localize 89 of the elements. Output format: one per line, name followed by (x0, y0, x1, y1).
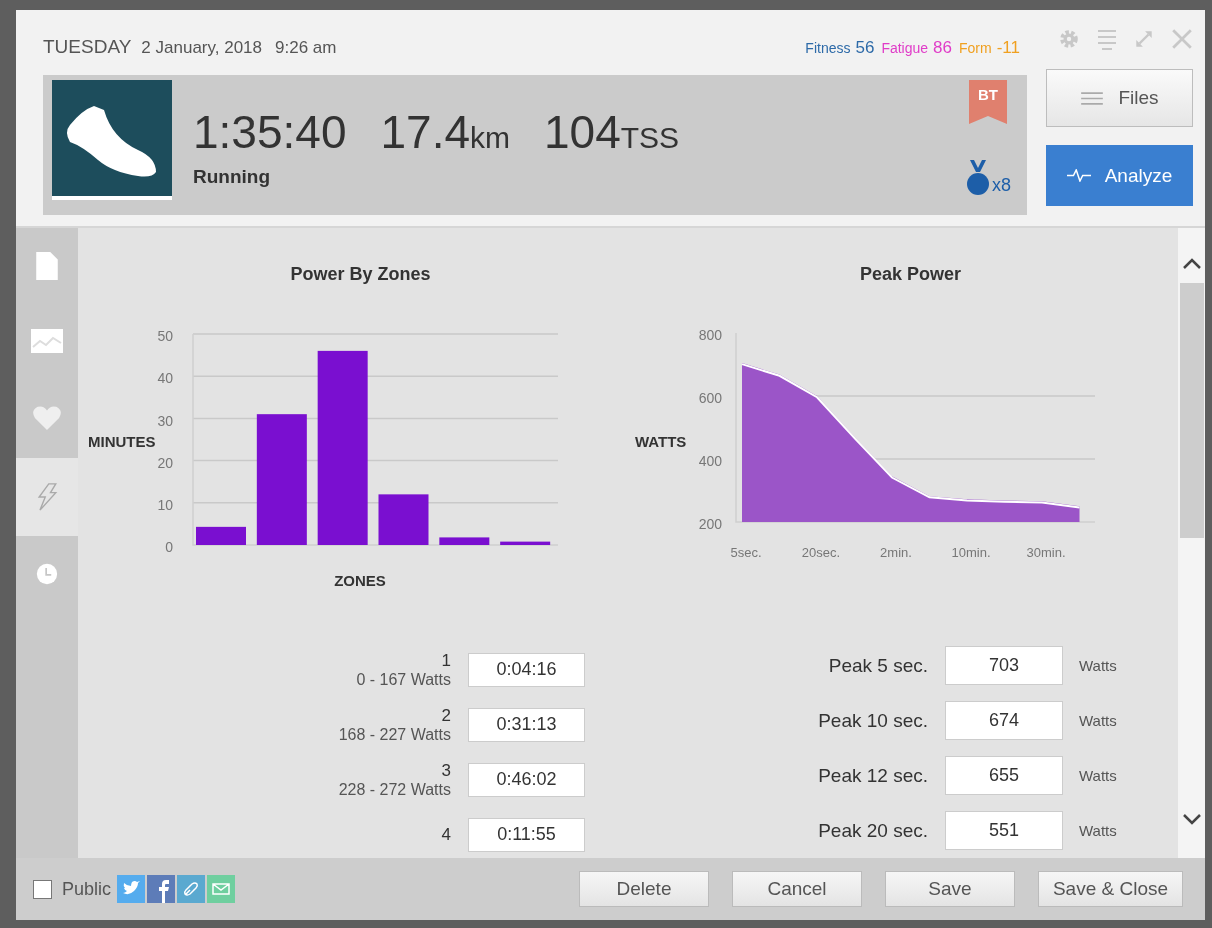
axis-tick-label: 5sec. (730, 545, 762, 560)
axis-tick-label: 200 (698, 516, 722, 533)
peak-label: Peak 12 sec. (817, 764, 928, 787)
bar (500, 541, 551, 545)
axis-tick-label: 0 (165, 539, 173, 556)
close-icon[interactable] (1170, 28, 1193, 50)
analyze-button[interactable]: Analyze (1046, 145, 1193, 206)
y-axis-title: MINUTES (88, 433, 156, 450)
power-tab[interactable] (16, 458, 78, 536)
facebook-share-icon[interactable] (147, 875, 176, 903)
peak-label: Peak 5 sec. (827, 654, 928, 677)
menu-icon[interactable] (1095, 28, 1118, 50)
zone-number: 3 (441, 760, 451, 781)
metric-value: -11 (996, 38, 1020, 58)
time-label: 9:26 am (275, 38, 337, 58)
weekday-label: TUESDAY (43, 36, 132, 58)
metric-label: Form (959, 40, 992, 56)
zone-range: 228 - 272 Watts (338, 780, 451, 799)
unit-label: Watts (1079, 657, 1117, 674)
peak-label: Peak 10 sec. (817, 709, 928, 732)
zone-time-field[interactable]: 0:46:02 (468, 762, 585, 797)
axis-tick-label: 20sec. (801, 545, 841, 560)
footer-button[interactable]: Delete (579, 871, 709, 907)
zone-range: 168 - 227 Watts (338, 725, 451, 744)
zone-number: 1 (441, 650, 451, 671)
public-checkbox[interactable] (33, 879, 52, 899)
metric-value: 86 (933, 38, 952, 58)
twitter-share-icon[interactable] (117, 875, 146, 903)
bar (196, 526, 246, 545)
shoe-icon (52, 80, 172, 200)
axis-tick-label: 50 (157, 328, 173, 345)
axis-tick-label: 20 (157, 454, 173, 471)
axis-tick-label: 10min. (951, 545, 991, 560)
axis-tick-label: 2min. (880, 545, 912, 560)
duration-value: 1:35:40 (193, 106, 347, 158)
footer-button[interactable]: Cancel (732, 871, 862, 907)
axis-tick-label: 10 (157, 497, 173, 513)
axis-tick-label: 40 (157, 370, 173, 387)
footer-button[interactable]: Save (885, 871, 1015, 907)
public-label: Public (62, 878, 112, 900)
metric-label: Fatigue (881, 40, 929, 56)
pulse-icon (1066, 169, 1091, 182)
zone-time-field[interactable]: 0:04:16 (468, 652, 585, 687)
sport-label: Running (193, 166, 272, 188)
x-axis-title: ZONES (334, 572, 386, 589)
peak-value-field[interactable]: 551 (945, 811, 1063, 850)
footer-button[interactable]: Save & Close (1038, 871, 1183, 907)
peak-value-field[interactable]: 655 (945, 756, 1063, 795)
scroll-up-icon[interactable] (1182, 258, 1202, 270)
y-axis-title: WATTS (635, 433, 687, 450)
scroll-down-icon[interactable] (1182, 813, 1202, 825)
heart-icon (31, 405, 63, 431)
settings-icon[interactable] (1058, 28, 1080, 50)
chart-title: Peak Power (858, 264, 963, 286)
zone-time-field[interactable]: 0:11:55 (468, 817, 585, 852)
ribbon-badge: BT (969, 80, 1007, 124)
unit-label: Watts (1079, 822, 1117, 839)
mail-share-icon[interactable] (207, 875, 236, 903)
distance-value: 17.4km (380, 106, 510, 158)
files-button[interactable]: Files (1046, 69, 1193, 127)
zone-number: 2 (441, 705, 451, 726)
zone-number: 4 (441, 824, 451, 845)
bar (439, 537, 490, 545)
metric-label: Fitness (805, 40, 851, 56)
unit-label: Watts (1079, 712, 1117, 729)
metric-value: 56 (855, 38, 875, 58)
zone-range: 0 - 167 Watts (356, 670, 451, 689)
axis-tick-label: 30min. (1026, 545, 1066, 560)
axis-tick-label: 400 (698, 453, 722, 470)
peak-value-field[interactable]: 703 (945, 646, 1063, 685)
medal-icon (966, 160, 990, 196)
link-share-icon[interactable] (177, 875, 206, 903)
axis-tick-label: 30 (157, 412, 173, 429)
bar (378, 494, 429, 545)
scrollbar-thumb[interactable] (1180, 283, 1204, 538)
document-icon (36, 252, 58, 280)
medal-count: x8 (992, 175, 1011, 196)
line-chart-icon (31, 328, 63, 354)
chart-title: Power By Zones (289, 264, 432, 286)
date-label: 2 January, 2018 (141, 38, 262, 58)
axis-tick-label: 600 (698, 390, 722, 407)
unit-label: Watts (1079, 767, 1117, 784)
zone-time-field[interactable]: 0:31:13 (468, 707, 585, 742)
lightning-icon (36, 483, 58, 511)
tss-value: 104TSS (544, 106, 680, 158)
list-icon (1080, 91, 1105, 105)
peak-value-field[interactable]: 674 (945, 701, 1063, 740)
axis-tick-label: 800 (698, 327, 722, 344)
peak-label: Peak 20 sec. (817, 819, 928, 842)
